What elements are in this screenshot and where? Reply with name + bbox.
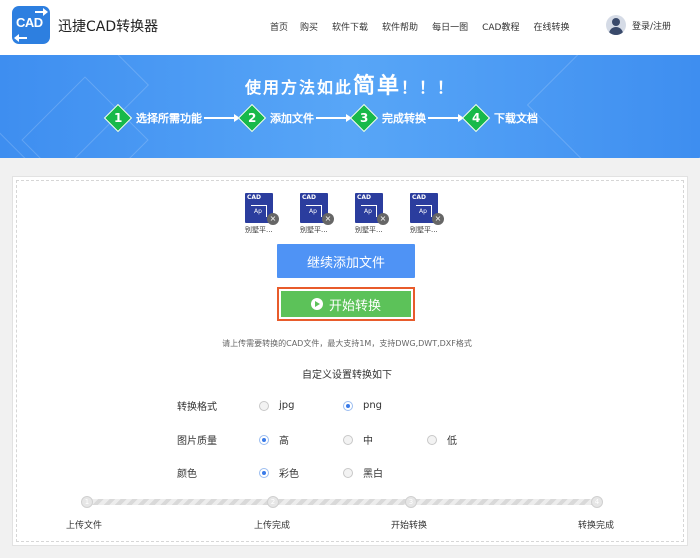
remove-file-icon[interactable]: ×: [377, 213, 389, 225]
file-name: 别墅平...: [245, 226, 273, 234]
upload-area: CAD × 别墅平... CAD × 别墅平... CAD × 别墅平...: [16, 180, 684, 542]
user-area[interactable]: 登录/注册: [606, 15, 671, 35]
step-label: 选择所需功能: [136, 112, 202, 125]
progress-step-dot: 1: [81, 496, 93, 508]
play-icon: [310, 298, 323, 310]
arrow-right-icon: [35, 8, 48, 16]
top-nav: 首页 购买 软件下载 软件帮助 每日一图 CAD教程 在线转换: [270, 20, 583, 33]
quality-label: 图片质量: [177, 436, 217, 447]
banner-title: 使用方法如此简单！！！: [244, 74, 456, 99]
step-label: 下载文档: [494, 112, 538, 125]
quality-medium-radio[interactable]: 中: [343, 432, 427, 447]
format-option-row: 转换格式 jpg png: [177, 398, 427, 413]
radio-icon[interactable]: [343, 467, 353, 478]
radio-icon[interactable]: [343, 434, 353, 445]
file-list: CAD × 别墅平... CAD × 别墅平... CAD × 别墅平...: [245, 193, 465, 235]
progress-step-label: 开始转换: [391, 521, 428, 531]
upload-hint: 请上传需要转换的CAD文件，最大支持1M，支持DWG,DWT,DXF格式: [222, 339, 472, 348]
progress-step-dot: 3: [405, 496, 417, 508]
usage-steps: 1 选择所需功能 2 添加文件 3 完成转换 4 下载文档: [103, 103, 538, 133]
radio-icon[interactable]: [259, 400, 269, 411]
usage-step: 2 添加文件: [237, 103, 314, 133]
cad-file-icon: CAD ×: [355, 193, 389, 225]
nav-buy[interactable]: 购买: [300, 20, 318, 33]
start-button-highlight: 开始转换: [277, 287, 415, 321]
banner: 使用方法如此简单！！！ 1 选择所需功能 2 添加文件 3 完成转换 4 下载文…: [0, 55, 700, 158]
remove-file-icon[interactable]: ×: [267, 213, 279, 225]
user-avatar-icon[interactable]: [606, 15, 626, 35]
radio-checked-icon[interactable]: [259, 467, 269, 478]
step-number-badge: 3: [349, 103, 379, 133]
step-label: 完成转换: [382, 112, 426, 125]
file-item[interactable]: CAD × 别墅平...: [245, 193, 300, 235]
nav-online-convert[interactable]: 在线转换: [533, 20, 569, 33]
cad-file-icon: CAD ×: [245, 193, 279, 225]
settings-title: 自定义设置转换如下: [302, 370, 392, 381]
color-full-radio[interactable]: 彩色: [259, 465, 343, 480]
format-jpg-radio[interactable]: jpg: [259, 400, 343, 411]
conversion-progress-bar: 1 2 3 4: [81, 496, 603, 508]
file-name: 别墅平...: [410, 226, 438, 234]
progress-step-label: 上传文件: [66, 521, 103, 531]
converter-panel: CAD × 别墅平... CAD × 别墅平... CAD × 别墅平...: [12, 176, 688, 546]
cad-logo-icon[interactable]: CAD: [12, 6, 50, 44]
usage-step: 4 下载文档: [461, 103, 538, 133]
radio-checked-icon[interactable]: [259, 434, 269, 445]
format-png-radio[interactable]: png: [343, 400, 427, 411]
logo-text: CAD: [16, 15, 43, 30]
nav-tutorial[interactable]: CAD教程: [482, 20, 519, 33]
file-name: 别墅平...: [300, 226, 328, 234]
quality-low-radio[interactable]: 低: [427, 432, 511, 447]
arrow-right-icon: [204, 114, 240, 122]
remove-file-icon[interactable]: ×: [432, 213, 444, 225]
usage-step: 3 完成转换: [349, 103, 426, 133]
step-label: 添加文件: [270, 112, 314, 125]
brand-name[interactable]: 迅捷CAD转换器: [58, 16, 158, 36]
file-item[interactable]: CAD × 别墅平...: [410, 193, 465, 235]
quality-option-row: 图片质量 高 中 低: [177, 432, 511, 447]
color-label: 颜色: [177, 469, 197, 480]
progress-step-label: 上传完成: [254, 521, 291, 531]
file-item[interactable]: CAD × 别墅平...: [300, 193, 355, 235]
arrow-right-icon: [428, 114, 464, 122]
quality-high-radio[interactable]: 高: [259, 432, 343, 447]
cad-file-icon: CAD ×: [410, 193, 444, 225]
progress-step-dot: 4: [591, 496, 603, 508]
usage-step: 1 选择所需功能: [103, 103, 202, 133]
login-register-link[interactable]: 登录/注册: [632, 19, 671, 32]
add-more-files-button[interactable]: 继续添加文件: [277, 244, 415, 278]
arrow-left-icon: [14, 34, 27, 42]
format-label: 转换格式: [177, 402, 217, 413]
file-name: 别墅平...: [355, 226, 383, 234]
start-convert-button[interactable]: 开始转换: [281, 291, 411, 317]
radio-icon[interactable]: [427, 434, 437, 445]
progress-step-label: 转换完成: [578, 521, 615, 531]
header: CAD 迅捷CAD转换器 首页 购买 软件下载 软件帮助 每日一图 CAD教程 …: [0, 0, 700, 55]
nav-download[interactable]: 软件下载: [332, 20, 368, 33]
radio-checked-icon[interactable]: [343, 400, 353, 411]
nav-help[interactable]: 软件帮助: [382, 20, 418, 33]
color-option-row: 颜色 彩色 黑白: [177, 465, 427, 480]
remove-file-icon[interactable]: ×: [322, 213, 334, 225]
progress-step-dot: 2: [267, 496, 279, 508]
step-number-badge: 2: [237, 103, 267, 133]
nav-home[interactable]: 首页: [270, 20, 288, 33]
nav-daily[interactable]: 每日一图: [432, 20, 468, 33]
color-bw-radio[interactable]: 黑白: [343, 465, 427, 480]
start-convert-label: 开始转换: [328, 298, 381, 314]
arrow-right-icon: [316, 114, 352, 122]
file-item[interactable]: CAD × 别墅平...: [355, 193, 410, 235]
cad-file-icon: CAD ×: [300, 193, 334, 225]
step-number-badge: 1: [103, 103, 133, 133]
step-number-badge: 4: [461, 103, 491, 133]
